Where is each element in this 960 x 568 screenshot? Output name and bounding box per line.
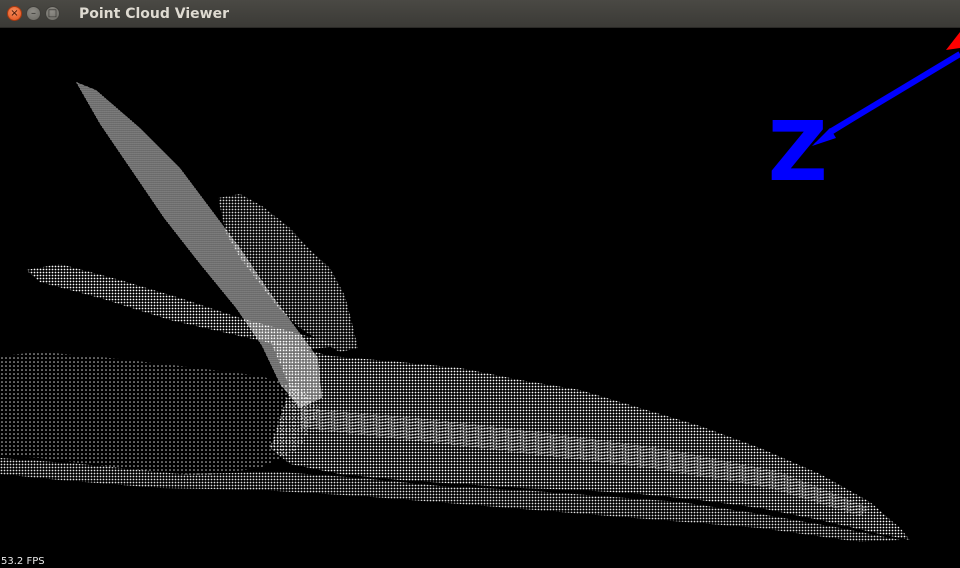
x-axis-arrowhead <box>946 32 960 50</box>
window-controls: × – □ <box>7 6 64 21</box>
app-window: × – □ Point Cloud Viewer Z 53.2 FPS <box>0 0 960 568</box>
maximize-icon: □ <box>47 7 58 19</box>
close-button[interactable]: × <box>7 6 22 21</box>
minimize-icon: – <box>31 7 36 19</box>
close-icon: × <box>10 7 19 19</box>
point-cloud-floor-left <box>0 352 320 476</box>
z-axis-label: Z <box>768 105 827 200</box>
window-title: Point Cloud Viewer <box>79 5 229 22</box>
maximize-button[interactable]: □ <box>45 6 60 21</box>
fps-counter: 53.2 FPS <box>1 556 45 567</box>
axis-indicator: Z <box>768 32 960 200</box>
z-axis-line <box>828 51 960 135</box>
point-cloud-viewport[interactable]: Z 53.2 FPS <box>0 28 960 568</box>
minimize-button[interactable]: – <box>26 6 41 21</box>
title-bar[interactable]: × – □ Point Cloud Viewer <box>0 0 960 28</box>
point-cloud-canvas[interactable]: Z <box>0 28 960 568</box>
